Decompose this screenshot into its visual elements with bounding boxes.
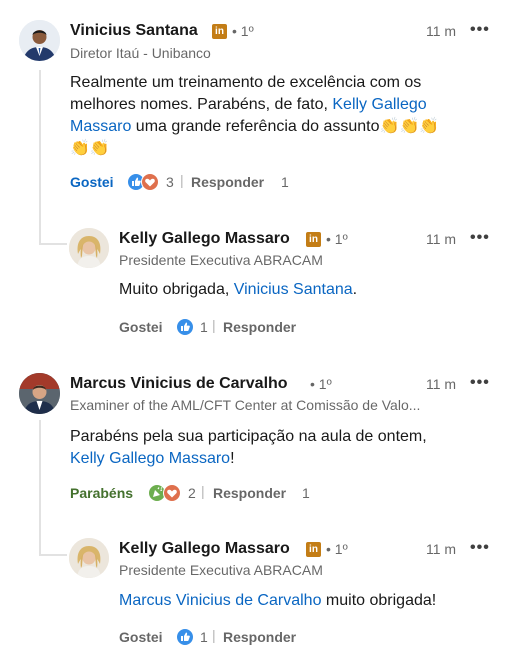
author-name[interactable]: Vinicius Santana: [70, 22, 198, 40]
timestamp: 11 m: [426, 23, 457, 39]
timestamp: 11 m: [426, 231, 457, 247]
clap-emoji: 👏👏👏: [379, 118, 440, 135]
linkedin-premium-icon: in: [306, 232, 321, 247]
reply-button[interactable]: Responder: [191, 174, 264, 190]
linkedin-premium-icon: in: [306, 542, 321, 557]
timestamp: 11 m: [426, 541, 457, 557]
thread-line-elbow: [39, 554, 67, 556]
comment-text-fragment: muito obrigada!: [321, 592, 437, 609]
comment-text-fragment: !: [230, 450, 235, 467]
comment-text-line: Parabéns pela sua participação na aula d…: [70, 428, 427, 445]
reply-count[interactable]: 1: [281, 174, 289, 190]
more-options-button[interactable]: •••: [470, 229, 490, 247]
mention-link[interactable]: Kelly Gallego Massaro: [70, 450, 230, 467]
thread-line: [39, 70, 41, 245]
connection-degree: • 1º: [232, 23, 254, 39]
author-name[interactable]: Kelly Gallego Massaro: [119, 540, 290, 558]
celebrate-button[interactable]: Parabéns: [70, 485, 133, 501]
comment-text-line: Massaro uma grande referência do assunto…: [70, 116, 500, 138]
mention-link[interactable]: Marcus Vinicius de Carvalho: [119, 592, 321, 609]
clap-emoji: 👏👏: [70, 140, 110, 157]
avatar[interactable]: [19, 20, 60, 61]
love-reaction-icon: [141, 173, 159, 191]
connection-degree: • 1º: [326, 541, 348, 557]
divider: |: [201, 483, 205, 499]
author-name[interactable]: Kelly Gallego Massaro: [119, 230, 290, 248]
comment-text: Parabéns pela sua participação na aula d…: [70, 426, 500, 470]
linkedin-premium-icon: in: [212, 24, 227, 39]
comment-text-line: melhores nomes. Parabéns, de fato, Kelly…: [70, 94, 500, 116]
like-button[interactable]: Gostei: [70, 174, 114, 190]
avatar[interactable]: [19, 373, 60, 414]
comment-text-fragment: Muito obrigada,: [119, 281, 234, 298]
reaction-count[interactable]: 1: [200, 629, 208, 645]
connection-degree: • 1º: [310, 376, 332, 392]
reply-button[interactable]: Responder: [213, 485, 286, 501]
divider: |: [212, 317, 216, 333]
like-reaction-icon: [176, 318, 194, 336]
avatar-person-icon: [19, 373, 60, 414]
mention-link[interactable]: Vinicius Santana: [234, 281, 353, 298]
comment-text: Realmente um treinamento de excelência c…: [70, 72, 500, 160]
more-options-button[interactable]: •••: [470, 374, 490, 392]
divider: |: [212, 627, 216, 643]
reply-button[interactable]: Responder: [223, 629, 296, 645]
comment-text-fragment: uma grande referência do assunto: [131, 118, 380, 135]
comment-text-fragment: .: [352, 281, 358, 298]
timestamp: 11 m: [426, 376, 457, 392]
author-headline: Diretor Itaú - Unibanco: [70, 45, 211, 61]
like-button[interactable]: Gostei: [119, 319, 163, 335]
reply-count[interactable]: 1: [302, 485, 310, 501]
avatar-person-icon: [69, 538, 109, 578]
comment-text: Muito obrigada, Vinicius Santana.: [119, 279, 499, 301]
avatar-person-icon: [19, 20, 60, 61]
divider: |: [180, 172, 184, 188]
author-headline: Presidente Executiva ABRACAM: [119, 562, 323, 578]
connection-degree: • 1º: [326, 231, 348, 247]
avatar[interactable]: [69, 538, 109, 578]
thread-line-elbow: [39, 243, 67, 245]
avatar[interactable]: [69, 228, 109, 268]
like-button[interactable]: Gostei: [119, 629, 163, 645]
more-options-button[interactable]: •••: [470, 21, 490, 39]
author-name[interactable]: Marcus Vinicius de Carvalho: [70, 375, 288, 393]
reply-button[interactable]: Responder: [223, 319, 296, 335]
more-options-button[interactable]: •••: [470, 539, 490, 557]
comment-text: Marcus Vinicius de Carvalho muito obriga…: [119, 590, 499, 612]
reaction-count[interactable]: 3: [166, 174, 174, 190]
comment-text-line: 👏👏: [70, 138, 500, 160]
avatar-person-icon: [69, 228, 109, 268]
love-reaction-icon: [163, 484, 181, 502]
reaction-count[interactable]: 1: [200, 319, 208, 335]
reaction-count[interactable]: 2: [188, 485, 196, 501]
like-reaction-icon: [176, 628, 194, 646]
author-headline: Examiner of the AML/CFT Center at Comiss…: [70, 397, 421, 413]
mention-link[interactable]: Kelly Gallego: [332, 96, 426, 113]
mention-link[interactable]: Massaro: [70, 118, 131, 135]
comment-text-line: Kelly Gallego Massaro!: [70, 448, 500, 470]
author-headline: Presidente Executiva ABRACAM: [119, 252, 323, 268]
comment-text-line: Realmente um treinamento de excelência c…: [70, 74, 422, 91]
thread-line: [39, 420, 41, 556]
comment-text-fragment: melhores nomes. Parabéns, de fato,: [70, 96, 333, 113]
